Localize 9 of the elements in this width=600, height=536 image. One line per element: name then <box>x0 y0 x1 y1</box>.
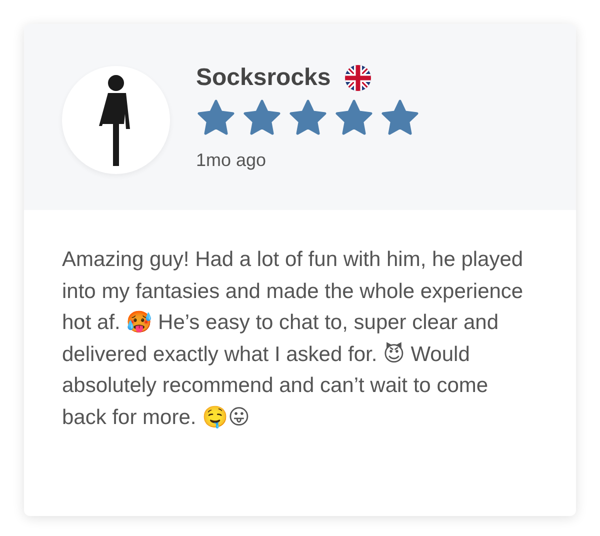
review-time: 1mo ago <box>196 150 268 170</box>
star-icon <box>288 98 328 138</box>
star-icon <box>242 98 282 138</box>
star-icon <box>334 98 374 138</box>
star-icon <box>196 98 236 138</box>
flag-icon <box>344 64 371 90</box>
reviewer-name: Socksrocks <box>196 64 331 92</box>
star-icon <box>380 98 420 138</box>
review-text: Amazing guy! Had a lot of fun with him, he played into my fantasies and made the whole experience hot af. 🥵 He’s easy to chat to, super clear and delivered exactly what I asked for. 😈 Would absolutely recommend and can’t wait to come back for more. 🤤😛 <box>62 247 524 430</box>
